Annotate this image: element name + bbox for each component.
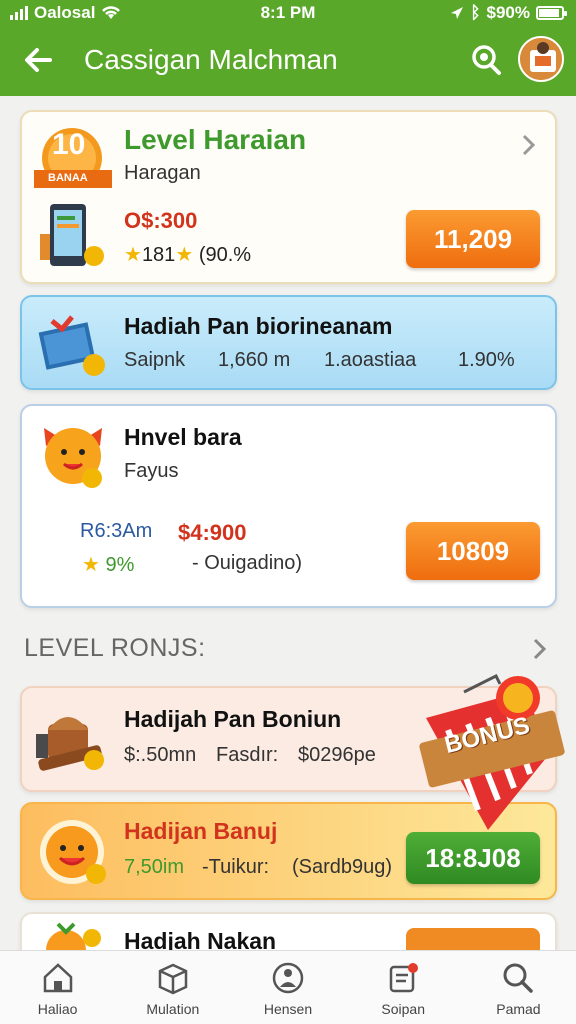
nav-item-box[interactable]: Mulation [115, 951, 230, 1024]
card-title: Hadijan Banuj [124, 818, 278, 844]
card-col1: Saipnk [124, 349, 186, 371]
nav-label: Soipan [381, 1001, 425, 1017]
location-icon [451, 7, 464, 19]
level-detail-card[interactable]: Hnvel bara Fayus R6:3Am $4:900 ★ 9% - Ou… [20, 404, 557, 608]
treasure-icon [36, 717, 104, 771]
card-field-c: $0296pe [298, 744, 376, 766]
card-field-a: 7,50im [124, 856, 185, 878]
document-badge-icon [389, 963, 419, 993]
phone-icon [40, 204, 104, 266]
card-col2: 1,660 m [218, 349, 291, 371]
card-field-b: Fasdır: [216, 744, 279, 766]
nav-item-home[interactable]: Haliao [0, 951, 115, 1024]
battery-icon [536, 6, 567, 20]
level-number: 10 [52, 128, 86, 161]
rating-percent: 9% [105, 554, 135, 576]
smiley-mascot-icon [40, 820, 106, 884]
chevron-right-icon[interactable] [520, 132, 538, 158]
search-icon [503, 963, 534, 993]
search-icon[interactable] [470, 44, 502, 76]
bottom-navigation: Haliao Mulation Hensen Soipan Pamad [0, 950, 576, 1024]
card-price: $4:900 [178, 520, 247, 545]
reward-card-blue[interactable]: Hadiah Pan biorineanam Saipnk 1,660 m 1.… [20, 295, 557, 390]
card-field-c: (Sardb9ug) [292, 856, 393, 878]
nav-item-person[interactable]: Hensen [230, 951, 345, 1024]
price-button[interactable]: 10809 [406, 522, 540, 580]
card-col4: 1.90% [458, 349, 515, 371]
nav-item-notifications[interactable]: Soipan [346, 951, 461, 1024]
section-title: LEVEL RONJS: [24, 634, 206, 662]
card-rating-row: ★181★ (90.% [124, 242, 251, 267]
app-header-bar: Oalosal 8:1 PM ᛒ $90% Cassigan Malchman [0, 0, 576, 96]
home-icon [43, 963, 72, 993]
card-left-label: R6:3Am [80, 520, 153, 542]
card-field-a: $:.50mn [124, 744, 197, 766]
back-arrow-icon[interactable] [20, 42, 56, 78]
card-title: Hadijah Pan Boniun [124, 706, 342, 732]
card-rating-row: ★ 9% [82, 552, 134, 577]
star-icon: ★ [175, 244, 194, 266]
page-title: Cassigan Malchman [84, 44, 338, 75]
card-title: Hadiah Pan biorineanam [124, 313, 393, 339]
bonus-sticker[interactable]: BONUS [418, 670, 568, 840]
cat-mascot-icon [44, 428, 102, 488]
card-col3: 1.aoastiaa [324, 349, 417, 371]
card-field-b: -Tuikur: [202, 856, 270, 878]
star-icon: ★ [82, 554, 100, 576]
nav-label: Mulation [146, 1001, 200, 1017]
price-button[interactable]: 11,209 [406, 210, 540, 268]
nav-label: Pamad [496, 1001, 541, 1017]
nav-item-search[interactable]: Pamad [461, 951, 576, 1024]
card-title: Hnvel bara [124, 424, 242, 450]
nav-label: Hensen [263, 1001, 313, 1017]
card-note: - Ouigadino) [192, 552, 303, 574]
card-price: O$:300 [124, 208, 198, 233]
gift-box-icon [38, 315, 105, 376]
bluetooth-icon: ᛒ [470, 3, 481, 22]
card-title: Level Haraian [124, 124, 307, 155]
card-subtitle: Haragan [124, 162, 201, 184]
star-icon: ★ [124, 244, 142, 266]
card-subtitle: Fayus [124, 460, 179, 482]
avatar[interactable] [518, 36, 564, 82]
level-badge-text: BANAA [48, 172, 88, 184]
rating-value: 181 [141, 244, 176, 266]
person-icon [272, 962, 304, 994]
chevron-right-icon[interactable] [530, 636, 550, 662]
rating-percent: (90.% [198, 244, 252, 266]
box-icon [158, 963, 188, 995]
nav-label: Haliao [37, 1001, 78, 1017]
level-card[interactable]: 10 BANAA Level Haraian Haragan O$:300 ★1… [20, 110, 557, 284]
status-bar: Oalosal 8:1 PM ᛒ $90% [0, 0, 576, 26]
battery-label: $90% [486, 3, 530, 22]
